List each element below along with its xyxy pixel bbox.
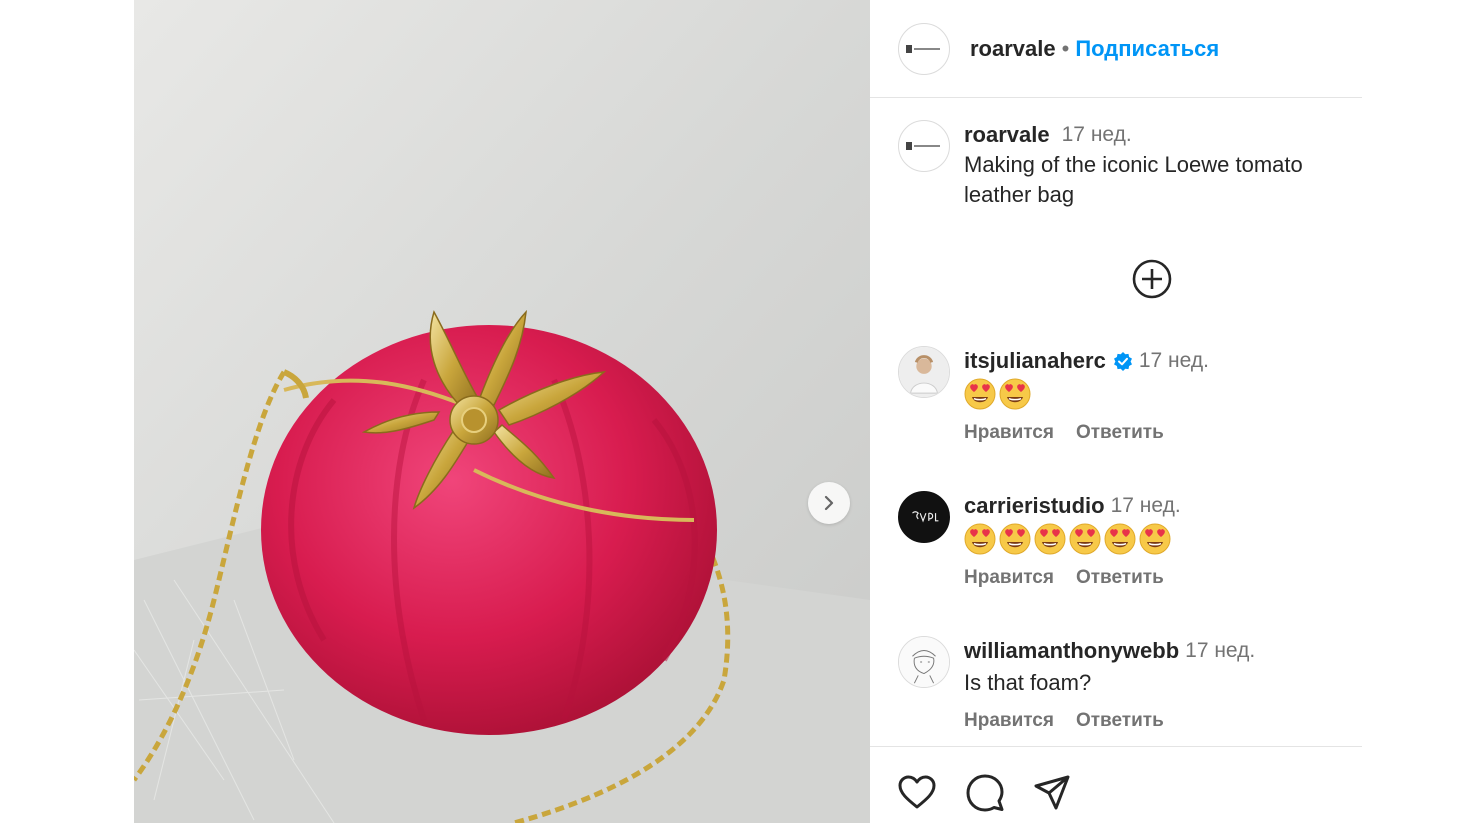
- post-header: roarvale • Подписаться: [870, 0, 1362, 98]
- comment-username[interactable]: itsjulianaherc: [964, 346, 1106, 376]
- comment-time[interactable]: 17 нед.: [1139, 346, 1209, 376]
- commenter-avatar[interactable]: [898, 491, 950, 543]
- comment-text: Is that foam?: [964, 670, 1092, 695]
- post-panel: roarvale • Подписаться roarvale 17 нед. …: [870, 0, 1362, 823]
- commenter-avatar[interactable]: [898, 636, 950, 688]
- heart-eyes-emoji-icon: [964, 378, 996, 410]
- heart-eyes-emoji-icon: [1139, 523, 1171, 555]
- verified-badge-icon: [1113, 352, 1132, 371]
- comment-emoji-text: [964, 378, 1209, 410]
- like-comment-button[interactable]: Нравится: [964, 710, 1054, 732]
- heart-eyes-emoji-icon: [999, 378, 1031, 410]
- like-comment-button[interactable]: Нравится: [964, 567, 1054, 589]
- commenter-avatar[interactable]: [898, 346, 950, 398]
- post-media[interactable]: [134, 0, 870, 823]
- comment-time[interactable]: 17 нед.: [1111, 491, 1181, 521]
- heart-eyes-emoji-icon: [964, 523, 996, 555]
- heart-eyes-emoji-icon: [1034, 523, 1066, 555]
- author-avatar[interactable]: [898, 22, 950, 75]
- comment-emoji-text: [964, 523, 1181, 555]
- caption-time[interactable]: 17 нед.: [1062, 120, 1132, 150]
- reply-button[interactable]: Ответить: [1076, 710, 1164, 732]
- heart-icon[interactable]: [897, 773, 937, 813]
- reply-button[interactable]: Ответить: [1076, 567, 1164, 589]
- heart-eyes-emoji-icon: [1104, 523, 1136, 555]
- comment-item: itsjulianaherc 17 нед. Нравится Ответить: [898, 346, 1358, 444]
- comment-time[interactable]: 17 нед.: [1185, 636, 1255, 666]
- like-comment-button[interactable]: Нравится: [964, 422, 1054, 444]
- chevron-right-icon: [824, 495, 834, 511]
- heart-eyes-emoji-icon: [999, 523, 1031, 555]
- author-username[interactable]: roarvale: [970, 36, 1056, 62]
- caption-text: Making of the iconic Loewe tomato leathe…: [964, 152, 1303, 207]
- user-photo-icon: [899, 347, 949, 397]
- next-media-button[interactable]: [808, 482, 850, 524]
- send-icon[interactable]: [1032, 773, 1072, 813]
- reply-button[interactable]: Ответить: [1076, 422, 1164, 444]
- comment-item: williamanthonywebb 17 нед. Is that foam?…: [898, 636, 1358, 732]
- comment-username[interactable]: carrieristudio: [964, 491, 1105, 521]
- logo-icon: [906, 44, 940, 53]
- comment-icon[interactable]: [965, 773, 1005, 813]
- comment-username[interactable]: williamanthonywebb: [964, 636, 1179, 666]
- action-bar: [870, 746, 1362, 823]
- separator-dot: •: [1061, 35, 1070, 61]
- tomato-bag-photo: [134, 0, 870, 823]
- studio-logo-icon: [899, 492, 949, 542]
- heart-eyes-emoji-icon: [1069, 523, 1101, 555]
- caption: roarvale 17 нед. Making of the iconic Lo…: [898, 120, 1358, 210]
- comment-item: carrieristudio 17 нед. Нравится Ответить: [898, 491, 1358, 589]
- logo-icon: [906, 142, 940, 150]
- caption-username[interactable]: roarvale: [964, 120, 1050, 150]
- sketch-portrait-icon: [899, 637, 949, 687]
- caption-avatar[interactable]: [898, 120, 950, 172]
- follow-button[interactable]: Подписаться: [1075, 36, 1219, 62]
- plus-circle-icon[interactable]: [1131, 258, 1173, 300]
